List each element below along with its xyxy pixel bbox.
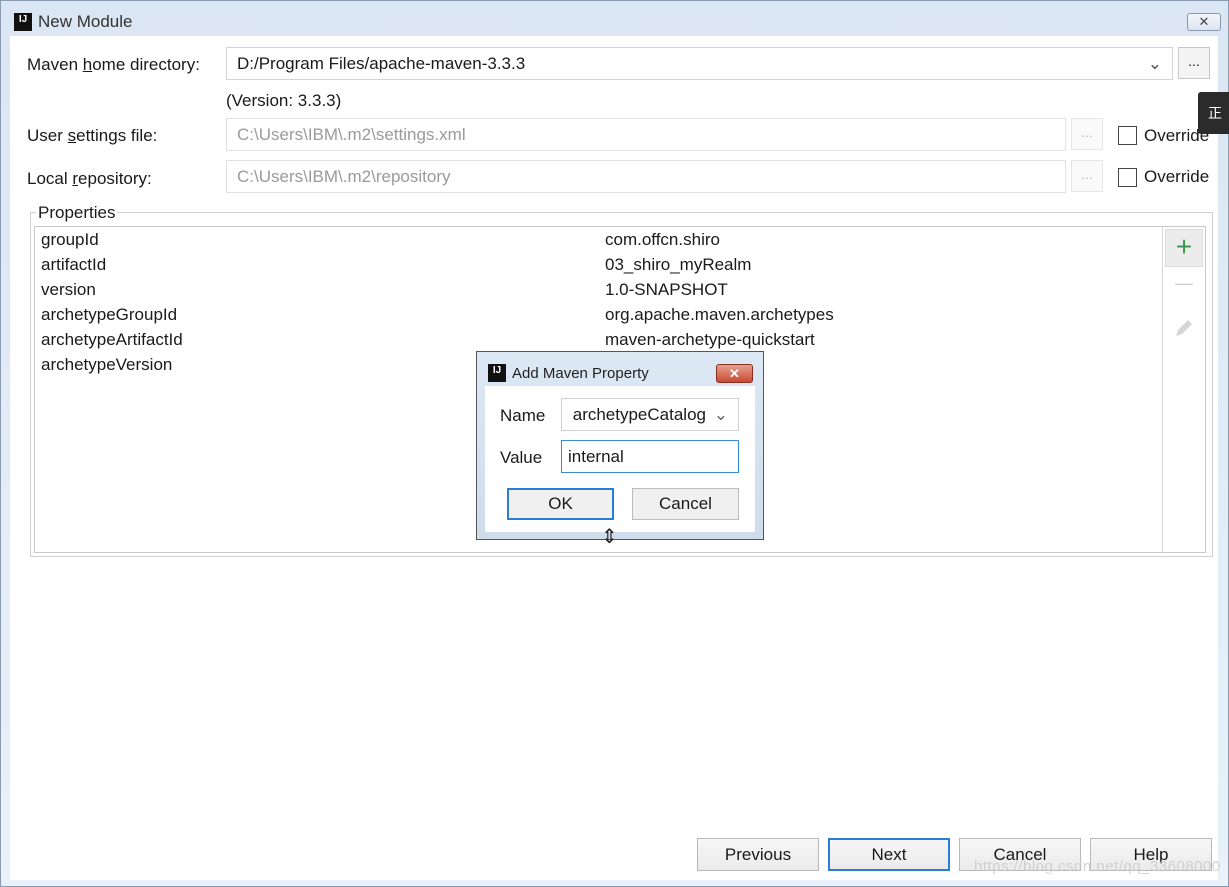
value-label: Value — [500, 448, 543, 467]
chevron-down-icon: ⌄ — [1147, 54, 1162, 73]
properties-toolbar: + — — [1162, 226, 1206, 553]
property-name: groupId — [41, 230, 99, 249]
tooltip: 正在 — [1198, 92, 1229, 134]
table-row[interactable]: archetypeGroupId org.apache.maven.archety… — [41, 305, 1141, 330]
local-repo-label: Local repository: — [27, 169, 152, 188]
chevron-down-icon: ⌄ — [713, 405, 728, 424]
table-row[interactable]: version 1.0-SNAPSHOT — [41, 280, 1141, 305]
name-combobox[interactable]: archetypeCatalog ⌄ — [561, 398, 739, 431]
minus-icon: — — [1175, 273, 1193, 293]
property-name: version — [41, 280, 96, 299]
resize-cursor-icon: ⇕ — [601, 526, 618, 548]
edit-property-button[interactable] — [1173, 317, 1195, 339]
dialog-close-button[interactable]: ✕ — [716, 364, 753, 383]
maven-home-label: Maven home directory: — [27, 55, 200, 74]
previous-button[interactable]: Previous — [697, 838, 819, 871]
properties-title: Properties — [36, 203, 118, 223]
override-settings-checkbox[interactable] — [1118, 126, 1137, 145]
watermark: https://blog.csdn.net/qq_33608000 — [974, 858, 1221, 875]
name-label: Name — [500, 406, 546, 425]
property-value: com.offcn.shiro — [605, 230, 720, 249]
add-maven-property-dialog: IJ Add Maven Property ✕ Name archetypeCa… — [476, 351, 764, 540]
property-value: 03_shiro_myRealm — [605, 255, 752, 274]
user-settings-label: User settings file: — [27, 126, 158, 145]
maven-home-select[interactable]: D:/Program Files/apache-maven-3.3.3 ⌄ — [226, 47, 1173, 80]
window-close-button[interactable]: ✕ — [1187, 13, 1221, 31]
table-row[interactable]: groupId com.offcn.shiro — [41, 230, 1141, 255]
property-value: 1.0-SNAPSHOT — [605, 280, 728, 299]
pencil-icon — [1176, 320, 1192, 336]
user-settings-input[interactable]: C:\Users\IBM\.m2\settings.xml — [226, 118, 1066, 151]
property-value: maven-archetype-quickstart — [605, 330, 815, 349]
window-title: New Module — [38, 12, 133, 31]
local-repo-browse-button[interactable]: ... — [1071, 160, 1103, 192]
override-repo-checkbox[interactable] — [1118, 168, 1137, 187]
maven-version: (Version: 3.3.3) — [226, 91, 342, 110]
title-bar: IJ New Module — [14, 8, 133, 36]
intellij-logo-icon: IJ — [488, 364, 506, 382]
override-repo-label: Override — [1144, 167, 1210, 186]
remove-property-button[interactable]: — — [1165, 273, 1203, 303]
table-row[interactable]: artifactId 03_shiro_myRealm — [41, 255, 1141, 280]
intellij-logo-icon: IJ — [14, 13, 32, 31]
property-name: archetypeArtifactId — [41, 330, 183, 349]
dialog-body: Name archetypeCatalog ⌄ Value internal O… — [485, 386, 755, 532]
property-value: org.apache.maven.archetypes — [605, 305, 834, 324]
property-name: artifactId — [41, 255, 107, 274]
add-property-button[interactable]: + — [1165, 229, 1203, 267]
property-name: archetypeGroupId — [41, 305, 178, 324]
local-repo-input[interactable]: C:\Users\IBM\.m2\repository — [226, 160, 1066, 193]
ok-button[interactable]: OK — [507, 488, 614, 520]
maven-home-browse-button[interactable]: ... — [1178, 47, 1210, 79]
cancel-button[interactable]: Cancel — [632, 488, 739, 520]
value-input[interactable]: internal — [561, 440, 739, 473]
user-settings-browse-button[interactable]: ... — [1071, 118, 1103, 150]
next-button[interactable]: Next — [828, 838, 950, 871]
property-name: archetypeVersion — [41, 355, 173, 374]
dialog-title: Add Maven Property — [512, 365, 649, 382]
plus-icon: + — [1175, 231, 1193, 262]
